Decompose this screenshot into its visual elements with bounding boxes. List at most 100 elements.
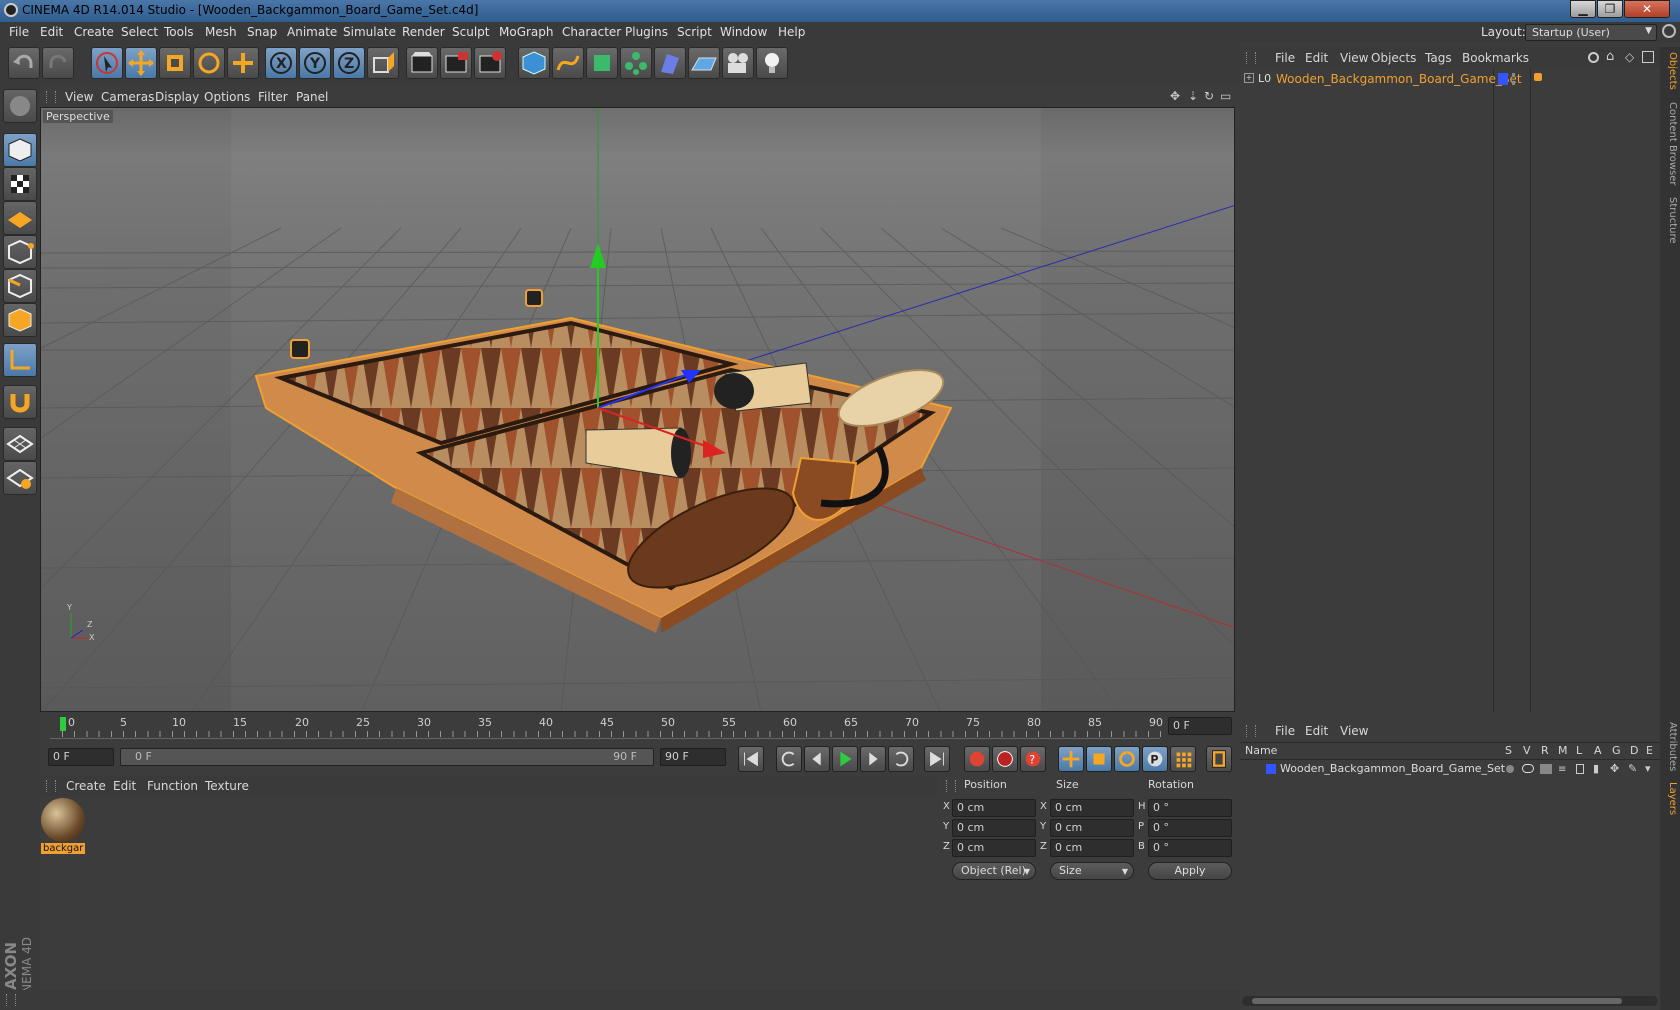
menu-mesh[interactable]: Mesh — [205, 25, 237, 39]
menu-render[interactable]: Render — [402, 25, 445, 39]
menu-tools[interactable]: Tools — [164, 25, 194, 39]
lock-icon[interactable] — [1576, 764, 1584, 774]
floor-button[interactable] — [688, 47, 720, 79]
horizontal-scrollbar[interactable] — [1242, 996, 1658, 1006]
coordinate-mode-dropdown[interactable]: Object (Rel) ▼ — [952, 862, 1036, 880]
keyframe-help-icon[interactable]: ? — [1020, 746, 1046, 772]
step-forward-icon[interactable] — [860, 746, 886, 772]
start-frame-field[interactable]: 0 F — [48, 748, 114, 766]
viewport-menu-panel[interactable]: Panel — [296, 90, 328, 104]
viewport-rotate-icon[interactable]: ↻ — [1204, 89, 1214, 103]
viewport-maximize-icon[interactable]: ▭ — [1220, 89, 1231, 103]
axis-mode-button[interactable] — [3, 343, 37, 377]
menu-snap[interactable]: Snap — [247, 25, 277, 39]
scrollbar-thumb[interactable] — [1252, 998, 1622, 1004]
key-pla-icon[interactable] — [1170, 746, 1196, 772]
layer-color-swatch[interactable] — [1266, 764, 1276, 774]
viewport-menu-filter[interactable]: Filter — [258, 90, 288, 104]
home-icon[interactable]: ⌂ — [1606, 49, 1614, 64]
deformer-button[interactable] — [654, 47, 686, 79]
menu-help[interactable]: Help — [778, 25, 805, 39]
viewport-menu-display[interactable]: Display — [155, 90, 199, 104]
key-scale-icon[interactable] — [1086, 746, 1112, 772]
scale-tool-button[interactable] — [159, 47, 191, 79]
menu-plugins[interactable]: Plugins — [625, 25, 668, 39]
material-menu-edit[interactable]: Edit — [113, 779, 136, 793]
layer-col-s[interactable]: S — [1505, 744, 1512, 757]
manager-icon[interactable]: ≡ — [1558, 764, 1566, 775]
new-window-icon[interactable] — [1642, 51, 1654, 63]
menu-file[interactable]: File — [9, 25, 29, 39]
object-tag-icon[interactable] — [1534, 73, 1542, 81]
tab-content-browser[interactable]: Content Browser — [1662, 102, 1678, 185]
goto-start-icon[interactable] — [738, 746, 764, 772]
expand-icon[interactable]: + — [1244, 73, 1254, 83]
layers-menu-view[interactable]: View — [1340, 724, 1368, 738]
live-selection-button[interactable] — [91, 47, 123, 79]
current-frame-field[interactable]: 0 F — [1168, 717, 1232, 735]
visible-eye-icon[interactable] — [1522, 764, 1534, 773]
expression-icon[interactable]: ▾ — [1645, 762, 1651, 775]
layer-col-a[interactable]: A — [1594, 744, 1602, 757]
layer-row[interactable]: Wooden_Backgammon_Board_Game_Set ≡ ▮ ✥ ✎… — [1240, 762, 1660, 778]
timeline-window-icon[interactable] — [1206, 746, 1232, 772]
menu-mograph[interactable]: MoGraph — [499, 25, 554, 39]
menu-edit[interactable]: Edit — [40, 25, 63, 39]
rot-h-field[interactable]: 0 ° — [1148, 799, 1232, 817]
z-axis-lock-button[interactable]: Z — [333, 47, 365, 79]
key-param-icon[interactable]: P — [1142, 746, 1168, 772]
menu-script[interactable]: Script — [677, 25, 712, 39]
timeline-playhead[interactable] — [60, 717, 66, 731]
close-button[interactable]: ✕ — [1624, 0, 1670, 18]
rot-p-field[interactable]: 0 ° — [1148, 819, 1232, 837]
model-mode-button[interactable] — [3, 133, 37, 167]
redo-button[interactable] — [42, 47, 74, 79]
viewport-perspective[interactable]: Perspective Y Z X — [40, 107, 1235, 712]
material-menu-function[interactable]: Function — [147, 779, 198, 793]
solo-icon[interactable] — [1506, 765, 1514, 773]
autokey-icon[interactable] — [992, 746, 1018, 772]
magnet-snap-button[interactable] — [3, 385, 37, 419]
loop-back-icon[interactable] — [776, 746, 802, 772]
layer-col-g[interactable]: G — [1612, 744, 1621, 757]
generator-icon[interactable]: ✥ — [1610, 762, 1619, 775]
rot-b-field[interactable]: 0 ° — [1148, 839, 1232, 857]
render-view-button[interactable] — [406, 47, 438, 79]
undo-button[interactable] — [8, 47, 40, 79]
objects-menu-edit[interactable]: Edit — [1305, 51, 1328, 65]
menu-window[interactable]: Window — [720, 25, 767, 39]
viewport-menu-cameras[interactable]: Cameras — [101, 90, 154, 104]
viewport-move-icon[interactable]: ✥ — [1170, 89, 1180, 103]
render-icon[interactable] — [1540, 764, 1552, 774]
menu-animate[interactable]: Animate — [287, 25, 337, 39]
move-tool-button[interactable] — [125, 47, 157, 79]
objects-menu-bookmarks[interactable]: Bookmarks — [1462, 51, 1529, 65]
world-coordinates-button[interactable] — [367, 47, 399, 79]
apply-button[interactable]: Apply — [1148, 862, 1232, 880]
layer-col-m[interactable]: M — [1558, 744, 1568, 757]
size-x-field[interactable]: 0 cm — [1050, 799, 1134, 817]
locked-workplane-button[interactable] — [3, 461, 37, 495]
objects-menu-file[interactable]: File — [1275, 51, 1295, 65]
tab-objects[interactable]: Objects — [1662, 52, 1678, 90]
search-icon[interactable] — [1588, 52, 1599, 63]
polygons-mode-button[interactable] — [3, 303, 37, 337]
tab-attributes[interactable]: Attributes — [1662, 722, 1678, 771]
material-menu-texture[interactable]: Texture — [205, 779, 249, 793]
object-name[interactable]: Wooden_Backgammon_Board_Game_Set — [1276, 72, 1522, 86]
step-back-icon[interactable] — [804, 746, 830, 772]
grid-snap-button[interactable] — [3, 427, 37, 461]
size-y-field[interactable]: 0 cm — [1050, 819, 1134, 837]
layer-col-d[interactable]: D — [1630, 744, 1638, 757]
render-region-button[interactable] — [440, 47, 472, 79]
pos-z-field[interactable]: 0 cm — [952, 839, 1036, 857]
size-mode-dropdown[interactable]: Size ▼ — [1050, 862, 1134, 880]
layer-col-v[interactable]: V — [1523, 744, 1531, 757]
camera-button[interactable] — [722, 47, 754, 79]
spline-button[interactable] — [552, 47, 584, 79]
pos-y-field[interactable]: 0 cm — [952, 819, 1036, 837]
layer-col-r[interactable]: R — [1541, 744, 1549, 757]
render-settings-button[interactable] — [474, 47, 506, 79]
layer-col-l[interactable]: L — [1576, 744, 1582, 757]
viewport-menu-view[interactable]: View — [65, 90, 93, 104]
